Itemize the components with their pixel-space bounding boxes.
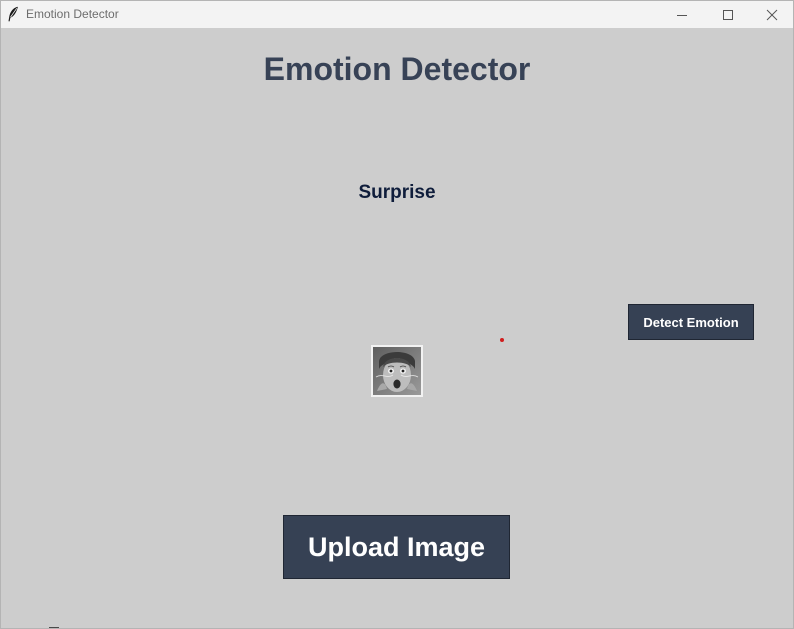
emotion-result-label: Surprise	[358, 182, 436, 203]
uploaded-image-thumbnail	[371, 345, 423, 397]
page-title: Emotion Detector	[263, 51, 531, 87]
app-content: Emotion Detector Surprise Detect Emotion	[1, 28, 793, 628]
close-button[interactable]	[749, 1, 794, 28]
title-bar[interactable]: Emotion Detector	[1, 1, 793, 28]
marker-dot	[500, 338, 504, 342]
app-window: Emotion Detector Emotion Detector Surpri…	[0, 0, 794, 629]
upload-image-button-label: Upload Image	[307, 531, 486, 562]
window-title: Emotion Detector	[26, 7, 119, 21]
maximize-icon	[722, 9, 734, 21]
surprised-face-image	[373, 347, 421, 395]
minimize-icon	[676, 9, 688, 21]
maximize-button[interactable]	[705, 1, 751, 28]
minimize-button[interactable]	[659, 1, 705, 28]
upload-image-button[interactable]: Upload Image	[283, 515, 510, 579]
status-mark	[49, 627, 59, 628]
detect-emotion-button-label: Detect Emotion	[643, 314, 739, 330]
detect-emotion-button[interactable]: Detect Emotion	[628, 304, 754, 340]
feather-icon	[7, 6, 19, 22]
close-icon	[766, 9, 778, 21]
